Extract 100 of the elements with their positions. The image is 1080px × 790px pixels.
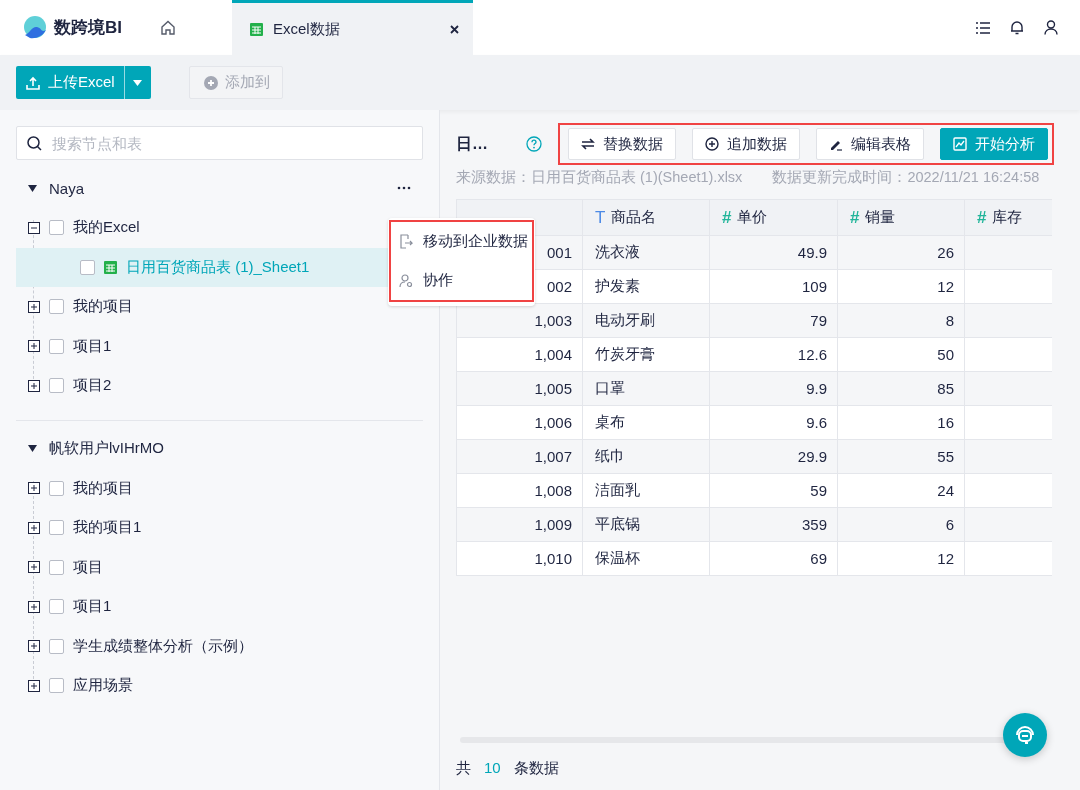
expand-icon[interactable]	[28, 679, 40, 692]
logo-icon	[22, 14, 48, 41]
close-icon[interactable]	[450, 24, 459, 34]
column-name: 库存	[992, 208, 1023, 227]
column-name: 商品名	[611, 208, 657, 227]
expand-icon[interactable]	[28, 640, 40, 653]
table-cell: 竹炭牙膏	[582, 337, 710, 372]
table-cell: 1,009	[456, 507, 583, 542]
expand-icon[interactable]	[28, 521, 40, 534]
table-cell: 359	[709, 507, 838, 542]
checkbox[interactable]	[80, 259, 95, 275]
tree-item[interactable]: 项目2	[16, 366, 423, 406]
table-cell: 12.6	[709, 337, 838, 372]
table-cell: 6	[837, 507, 965, 542]
checkbox[interactable]	[49, 338, 64, 354]
tree-item[interactable]: 项目1	[16, 587, 423, 627]
checkbox[interactable]	[49, 520, 64, 536]
action-button[interactable]: 替换数据	[568, 128, 676, 160]
search-field[interactable]: 搜索节点和表	[16, 126, 423, 160]
tree-item[interactable]: 应用场景	[16, 666, 423, 706]
action-button[interactable]: 编辑表格	[816, 128, 924, 160]
plus-circle-icon	[705, 137, 719, 151]
swap-icon	[581, 138, 595, 150]
table-cell: 洗衣液	[582, 235, 710, 270]
table-cell: 平底锅	[582, 507, 710, 542]
expand-icon[interactable]	[28, 600, 40, 613]
headset-icon	[1014, 724, 1036, 746]
tree-item[interactable]: 项目	[16, 547, 423, 587]
tree-item-label: 日用百货商品表 (1)_Sheet1	[126, 257, 310, 277]
text-type-icon: T	[595, 207, 606, 228]
expand-icon[interactable]	[28, 300, 40, 313]
checkbox[interactable]	[49, 480, 64, 496]
list-icon[interactable]	[975, 20, 990, 35]
plus-circle-icon	[203, 75, 218, 90]
checkbox[interactable]	[49, 378, 64, 394]
table-cell: 49.9	[709, 235, 838, 270]
tree-item-label: 我的项目1	[73, 518, 142, 538]
table-cell: 1,008	[456, 473, 583, 508]
help-icon[interactable]	[526, 136, 542, 152]
table-cell: 16	[837, 405, 965, 440]
column-name: 单价	[737, 208, 768, 227]
tree-item[interactable]: 学生成绩整体分析（示例）	[16, 626, 423, 666]
more-icon[interactable]	[397, 186, 411, 190]
tree-item-label: 我的Excel	[73, 218, 140, 238]
action-button[interactable]: 追加数据	[692, 128, 800, 160]
tree-item-label: 学生成绩整体分析（示例）	[73, 636, 253, 656]
column-name: 销量	[865, 208, 896, 227]
table-cell: 59	[709, 473, 838, 508]
checkbox[interactable]	[49, 638, 64, 654]
number-type-icon: #	[850, 207, 860, 228]
tree-item[interactable]: 我的项目1	[16, 508, 423, 548]
table-cell: 电动牙刷	[582, 303, 710, 338]
table-cell: 1,010	[456, 541, 583, 576]
table-cell: 1,005	[456, 371, 583, 406]
caret-icon	[133, 79, 143, 86]
checkbox[interactable]	[49, 220, 64, 236]
tree-item[interactable]: 项目1	[16, 326, 423, 366]
tab[interactable]: Excel数据	[232, 0, 473, 55]
checkbox[interactable]	[49, 559, 64, 575]
table-cell: 12	[837, 541, 965, 576]
expand-icon[interactable]	[28, 379, 40, 392]
table-cell: 8	[837, 303, 965, 338]
table-cell: 口罩	[582, 371, 710, 406]
expand-icon[interactable]	[28, 482, 40, 495]
caret-down-icon[interactable]	[28, 184, 37, 192]
chart-icon	[953, 137, 967, 151]
tree-item-label: 应用场景	[73, 676, 133, 696]
tree-item-label: 我的项目	[73, 478, 133, 498]
bell-icon[interactable]	[1010, 20, 1024, 35]
collapse-icon[interactable]	[28, 221, 40, 234]
support-button[interactable]	[1003, 713, 1047, 757]
home-icon[interactable]	[160, 20, 176, 35]
table-cell: 1,004	[456, 337, 583, 372]
table-cell: 9.6	[709, 405, 838, 440]
table-cell: 79	[709, 303, 838, 338]
search-input[interactable]: 搜索节点和表	[50, 133, 412, 153]
caret-down-icon[interactable]	[28, 445, 37, 452]
expand-icon[interactable]	[28, 340, 40, 353]
count-label: 条数据	[513, 759, 559, 778]
table-cell: 55	[837, 439, 965, 474]
user-icon[interactable]	[1044, 20, 1058, 35]
spreadsheet-icon	[104, 260, 117, 274]
group-name: Naya	[49, 179, 85, 197]
checkbox[interactable]	[49, 599, 64, 615]
row-count: 10	[484, 759, 501, 778]
table-cell: 69	[709, 541, 838, 576]
table-cell: 1,007	[456, 439, 583, 474]
number-type-icon: #	[722, 207, 732, 228]
tree-item-label: 项目	[73, 557, 103, 577]
expand-icon[interactable]	[28, 561, 40, 574]
number-type-icon: #	[977, 207, 987, 228]
tree-item[interactable]: 我的项目	[16, 468, 423, 508]
app-name: 数跨境BI	[54, 17, 122, 39]
tree-item-label: 项目1	[73, 336, 112, 356]
tree-item-label: 项目2	[73, 376, 112, 396]
checkbox[interactable]	[49, 678, 64, 694]
dropdown-button[interactable]	[123, 66, 151, 99]
table-cell: 12	[837, 269, 965, 304]
checkbox[interactable]	[49, 299, 64, 315]
table-cell: 1,003	[456, 303, 583, 338]
